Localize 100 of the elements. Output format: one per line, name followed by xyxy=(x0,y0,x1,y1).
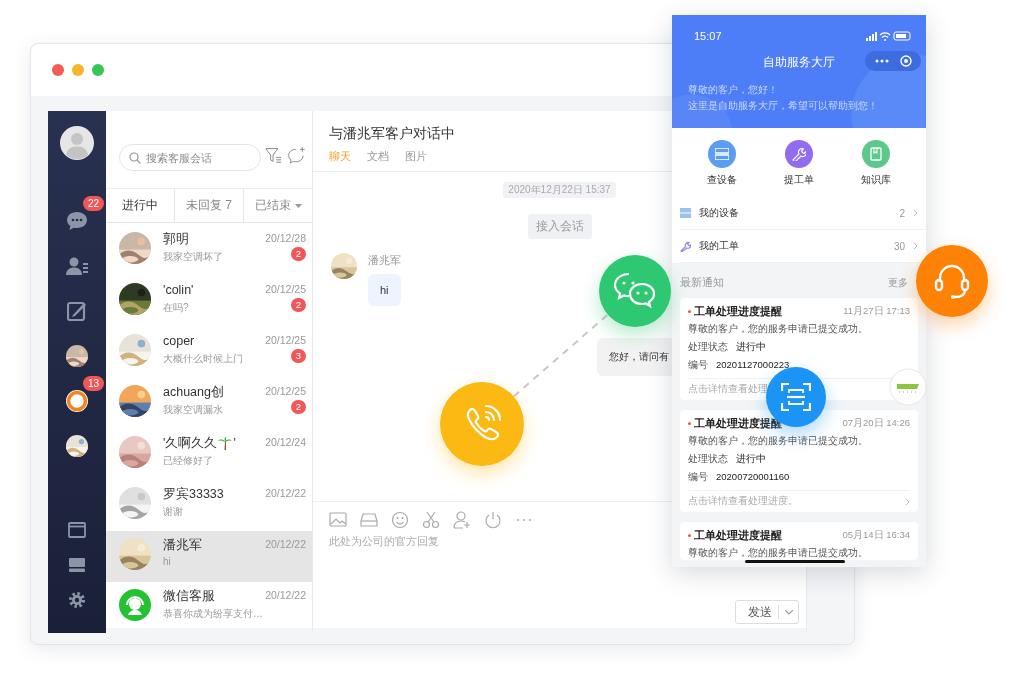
add-user-icon[interactable] xyxy=(453,511,471,529)
book-icon xyxy=(869,147,882,161)
more-icon[interactable] xyxy=(874,59,889,63)
palm-tree-icon xyxy=(218,436,233,450)
notice-title: 工单处理进度提醒 xyxy=(694,303,783,319)
notice-time: 05月14日 16:34 xyxy=(842,528,910,542)
notice-text: 尊敬的客户，您的服务申请已提交成功。 xyxy=(688,435,868,448)
notice-card[interactable]: 工单处理进度提醒 05月14日 16:34 尊敬的客户，您的服务申请已提交成功。 xyxy=(680,522,918,560)
message-date: 20/12/22 xyxy=(265,588,306,601)
row-count: 30 xyxy=(893,240,905,252)
search-icon xyxy=(129,152,141,164)
field-value: 20201127000223 xyxy=(716,359,790,372)
contact-name: 郭明 xyxy=(163,230,189,248)
wrench-icon xyxy=(792,147,806,161)
message-date: 20/12/25 xyxy=(265,282,306,295)
contact-name: coper xyxy=(163,334,195,348)
message-preview: 我家空调坏了 xyxy=(163,250,223,264)
menu-row[interactable]: 我的设备 2 xyxy=(680,197,926,230)
emoji-icon[interactable] xyxy=(391,511,409,529)
send-button[interactable]: 发送 xyxy=(735,600,799,624)
notice-card[interactable]: 工单处理进度提醒 11月27日 17:13 尊敬的客户，您的服务申请已提交成功。 处理状态 进行中 编号 20201127000223 点击详情查看处理 xyxy=(680,298,918,400)
server-icon xyxy=(715,148,730,160)
message-bubble: hi xyxy=(368,274,401,306)
contact-name: achuang创 xyxy=(163,383,224,401)
field-label: 编号 xyxy=(688,471,708,484)
message-date: 20/12/22 xyxy=(265,486,306,499)
message-date: 20/12/25 xyxy=(265,333,306,346)
reply-field[interactable]: 此处为公司的官方回复 xyxy=(329,534,659,600)
message-preview: 在吗? xyxy=(163,301,189,315)
power-icon[interactable] xyxy=(484,511,502,529)
conversation-item[interactable]: coper 20/12/25 大概什么时候上门 3 xyxy=(106,327,312,378)
section-title: 最新通知 xyxy=(680,276,724,290)
ring-logo-icon[interactable] xyxy=(65,388,89,413)
field-value: 20200720001160 xyxy=(716,471,790,484)
edit-icon[interactable] xyxy=(67,300,87,321)
unread-badge: 2 xyxy=(291,298,306,312)
wrench-icon xyxy=(680,240,691,252)
field-label: 处理状态 xyxy=(688,453,728,466)
headset-icon xyxy=(934,262,970,300)
unread-badge: 2 xyxy=(291,247,306,261)
message-date: 20/12/25 xyxy=(265,384,306,397)
menu-row[interactable]: 我的工单 30 xyxy=(680,230,926,263)
conversation-item[interactable]: 郭明 20/12/28 我家空调坏了 2 xyxy=(106,225,312,276)
notice-text: 尊敬的客户，您的服务申请已提交成功。 xyxy=(688,323,868,336)
scan-icon xyxy=(781,383,811,411)
notice-time: 07月20日 14:26 xyxy=(842,416,910,430)
field-label: 处理状态 xyxy=(688,341,728,354)
unread-badge: 2 xyxy=(291,400,306,414)
status-icons xyxy=(866,31,912,41)
conversation-item[interactable]: achuang创 20/12/25 我家空调漏水 2 xyxy=(106,378,312,429)
sender-name: 潘兆军 xyxy=(368,253,401,268)
new-chat-icon[interactable] xyxy=(286,144,306,166)
conversation-item[interactable]: '久啊久久 ' 20/12/24 已经修好了 xyxy=(106,429,312,480)
message-preview: 恭喜你成为纷享支付… xyxy=(163,607,263,621)
unread-badge: 3 xyxy=(291,349,306,363)
window-control[interactable] xyxy=(92,64,104,76)
chat-bubbles-icon xyxy=(613,272,657,310)
window-control[interactable] xyxy=(72,64,84,76)
contact-name: 潘兆军 xyxy=(163,536,202,554)
message-date: 20/12/28 xyxy=(265,231,306,244)
bullet-dot xyxy=(688,533,691,537)
message-preview: 我家空调漏水 xyxy=(163,403,223,417)
status-time: 15:07 xyxy=(694,30,722,42)
contacts-icon[interactable] xyxy=(66,255,88,276)
window-control[interactable] xyxy=(52,64,64,76)
avatar-icon[interactable] xyxy=(60,126,94,160)
window-icon[interactable] xyxy=(68,521,86,538)
search-field[interactable]: 搜索客服会话 xyxy=(119,144,261,171)
message-preview: 谢谢 xyxy=(163,505,183,519)
conversation-item[interactable]: 'colin' 20/12/25 在吗? 2 xyxy=(106,276,312,327)
conversation-item[interactable]: 罗宾33333 20/12/22 谢谢 xyxy=(106,480,312,531)
notice-time: 11月27日 17:13 xyxy=(843,304,910,318)
message-preview: 大概什么时候上门 xyxy=(163,352,243,366)
greeting-text: 尊敬的客户，您好！ xyxy=(688,83,779,97)
message-date: 20/12/22 xyxy=(265,537,306,550)
conversation-item[interactable]: 微信客服 20/12/22 恭喜你成为纷享支付… xyxy=(106,582,312,633)
target-icon[interactable] xyxy=(899,55,912,67)
bullet-dot xyxy=(688,309,691,313)
field-label: 编号 xyxy=(688,359,708,372)
page-title: 自助服务大厅 xyxy=(763,54,835,70)
conversation-item[interactable]: 潘兆军 20/12/22 hi xyxy=(106,531,312,582)
caret-icon xyxy=(785,609,793,615)
settings-icon[interactable] xyxy=(68,590,86,609)
count-badge: 13 xyxy=(83,376,105,391)
field-value: 进行中 xyxy=(736,453,766,466)
message-preview: 已经修好了 xyxy=(163,454,213,468)
notice-title: 工单处理进度提醒 xyxy=(694,527,783,543)
notice-hint: 点击详情查看处理 xyxy=(688,383,768,396)
contact-name: '久啊久久 xyxy=(163,434,218,452)
headset-avatar-icon xyxy=(119,589,151,621)
image-icon[interactable] xyxy=(329,511,347,529)
greeting-text: 这里是自助服务大厅，希望可以帮助到您！ xyxy=(688,99,879,113)
chat-icon[interactable] xyxy=(66,210,88,231)
message-preview: hi xyxy=(163,556,171,567)
monitor-icon[interactable] xyxy=(68,556,86,573)
drive-icon[interactable] xyxy=(360,511,378,529)
message-date: 20/12/24 xyxy=(265,435,306,448)
row-label: 我的设备 xyxy=(699,206,740,220)
field-value: 进行中 xyxy=(736,341,766,354)
scissors-icon[interactable] xyxy=(422,511,440,529)
